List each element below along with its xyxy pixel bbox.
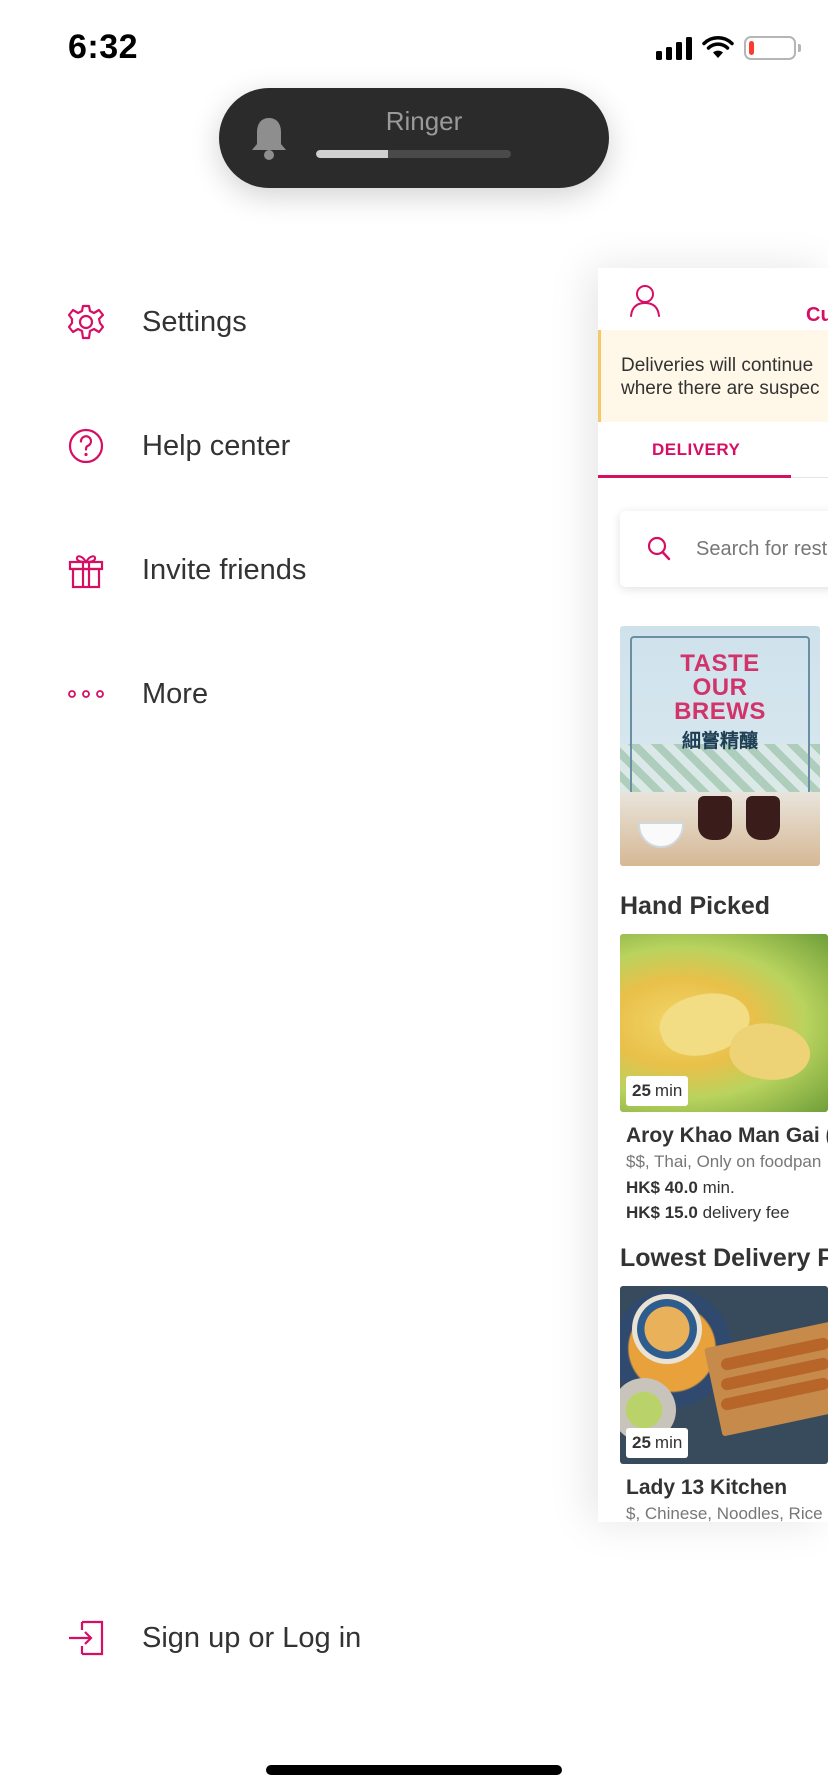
bowl-illustration	[638, 822, 684, 848]
menu-label-more: More	[142, 677, 209, 710]
login-icon	[64, 1616, 108, 1660]
promo-title-line-3: BREWS	[674, 698, 766, 725]
login-button[interactable]: Sign up or Log in	[64, 1608, 361, 1668]
promo-title-line-2: OUR	[692, 674, 748, 701]
min-order-suffix: min.	[702, 1178, 735, 1197]
status-time: 6:32	[68, 28, 139, 66]
food-illustration	[632, 1294, 702, 1364]
service-tabs: DELIVERY	[598, 422, 828, 478]
section-title-hand-picked: Hand Picked	[620, 892, 771, 920]
battery-icon	[744, 36, 801, 60]
ellipsis-icon	[64, 672, 108, 716]
search-input[interactable]	[696, 511, 828, 587]
restaurant-name[interactable]: Aroy Khao Man Gai (N	[626, 1124, 828, 1148]
notice-line-1: Deliveries will continue	[621, 355, 814, 376]
status-icons	[656, 36, 801, 60]
gear-icon	[64, 300, 108, 344]
gift-icon	[64, 548, 108, 592]
battery-level	[749, 41, 755, 55]
promo-title-line-1: TASTE	[680, 650, 760, 677]
menu-item-invite-friends[interactable]: Invite friends	[64, 540, 306, 600]
home-indicator[interactable]	[266, 1765, 562, 1775]
tab-delivery-underline	[598, 475, 791, 478]
promo-table-scene	[620, 792, 820, 866]
app-main-panel[interactable]: Cu Deliveries will continue where there …	[598, 268, 828, 1522]
restaurant-image[interactable]: 25 min	[620, 934, 828, 1112]
delivery-notice-banner: Deliveries will continue where there are…	[598, 330, 828, 422]
menu-label-help-center: Help center	[142, 429, 291, 462]
restaurant-delivery-fee: HK$ 15.0 delivery fee	[626, 1203, 790, 1223]
promo-title: TASTE OUR BREWS	[620, 652, 820, 724]
restaurant-meta: $, Chinese, Noodles, Rice	[626, 1504, 823, 1522]
section-title-lowest-delivery-fee: Lowest Delivery F	[620, 1244, 828, 1272]
delivery-time-badge: 25 min	[626, 1076, 689, 1106]
restaurant-meta: $$, Thai, Only on foodpan	[626, 1152, 822, 1171]
menu-label-invite-friends: Invite friends	[142, 553, 307, 586]
profile-icon[interactable]	[628, 282, 662, 318]
cup-illustration	[698, 796, 732, 840]
menu-item-help-center[interactable]: Help center	[64, 416, 290, 476]
cellular-signal-icon	[656, 36, 692, 60]
restaurant-name[interactable]: Lady 13 Kitchen	[626, 1476, 787, 1500]
promo-banner[interactable]: TASTE OUR BREWS 細嘗精釀	[620, 626, 820, 866]
login-label: Sign up or Log in	[142, 1621, 362, 1654]
volume-level	[316, 150, 389, 158]
volume-slider[interactable]	[316, 150, 511, 158]
delivery-time-badge: 25 min	[626, 1428, 689, 1458]
top-tab-label[interactable]: Cu	[806, 304, 828, 327]
menu-item-settings[interactable]: Settings	[64, 292, 247, 352]
menu-label-settings: Settings	[142, 305, 247, 338]
search-bar[interactable]	[620, 511, 828, 587]
delivery-time-value: 25	[632, 1081, 651, 1100]
delivery-time-unit: min	[654, 1081, 683, 1100]
search-icon	[647, 536, 671, 561]
cup-illustration	[746, 796, 780, 840]
ringer-hud: Ringer	[219, 88, 609, 188]
restaurant-min-order: HK$ 40.0 min.	[626, 1178, 735, 1198]
delivery-fee-suffix: delivery fee	[702, 1203, 790, 1222]
restaurant-image[interactable]: 25 min	[620, 1286, 828, 1464]
tab-delivery[interactable]: DELIVERY	[652, 440, 740, 460]
delivery-fee-amount: HK$ 15.0	[626, 1203, 698, 1222]
delivery-time-value: 25	[632, 1433, 651, 1452]
min-order-amount: HK$ 40.0	[626, 1178, 698, 1197]
question-circle-icon	[64, 424, 108, 468]
notice-line-2: where there are suspec	[621, 378, 820, 399]
promo-subtitle: 細嘗精釀	[681, 731, 758, 752]
delivery-time-unit: min	[654, 1433, 683, 1452]
app-top-bar: Cu	[598, 268, 828, 330]
wifi-icon	[702, 36, 734, 58]
ringer-label: Ringer	[385, 106, 463, 136]
menu-item-more[interactable]: More	[64, 664, 208, 724]
